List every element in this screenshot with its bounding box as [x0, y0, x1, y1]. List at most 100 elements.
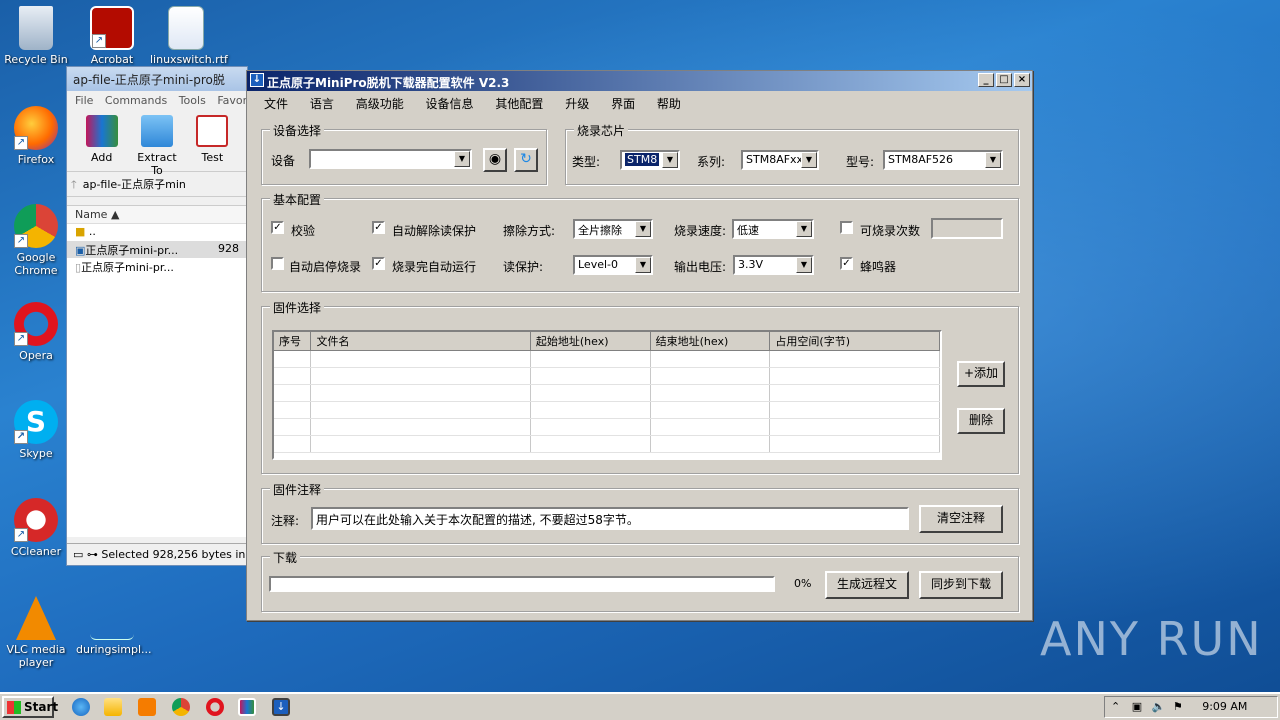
- table-row[interactable]: [274, 435, 940, 453]
- recycle-bin-icon: [19, 6, 53, 50]
- toolbar-label: Add: [91, 151, 113, 164]
- clock[interactable]: 9:09 AM: [1202, 700, 1247, 713]
- menu-device-info[interactable]: 设备信息: [426, 97, 474, 111]
- close-button[interactable]: ×: [1014, 73, 1030, 87]
- column-header-size[interactable]: 占用空间(字节): [769, 332, 940, 351]
- desktop-icon-chrome[interactable]: ↗ Google Chrome: [0, 204, 72, 277]
- refresh-button[interactable]: ↻: [514, 148, 538, 172]
- winrar-taskbar-icon[interactable]: [238, 698, 256, 716]
- chrome-taskbar-icon[interactable]: [172, 698, 190, 716]
- winrar-menu-commands[interactable]: Commands: [105, 94, 167, 107]
- erase-mode-dropdown[interactable]: 全片擦除 ▼: [573, 219, 653, 239]
- desktop-icon-opera[interactable]: ↗ Opera: [0, 302, 72, 362]
- count-limit-input[interactable]: [931, 218, 1003, 239]
- menu-help[interactable]: 帮助: [657, 97, 681, 111]
- winrar-file-list[interactable]: Name ▲ ■ .. ▣正点原子mini-pr... 928 ▯正点原子mini…: [67, 205, 247, 537]
- menu-advanced[interactable]: 高级功能: [356, 97, 404, 111]
- winrar-toolbar: Add Extract To Test: [67, 111, 247, 177]
- verify-checkbox[interactable]: ✓: [271, 221, 284, 234]
- desktop-icon-acrobat[interactable]: ↗ Acrobat: [76, 6, 148, 66]
- connect-device-button[interactable]: ◉: [483, 148, 507, 172]
- download-app-icon: ↓: [250, 73, 264, 87]
- group-title: 固件注释: [270, 481, 325, 498]
- desktop-icon-vlc[interactable]: VLC media player: [0, 596, 72, 669]
- table-row[interactable]: [274, 350, 940, 368]
- desktop-icon-firefox[interactable]: ↗ Firefox: [0, 106, 72, 166]
- table-row[interactable]: [274, 367, 940, 385]
- opera-taskbar-icon[interactable]: [206, 698, 224, 716]
- volume-icon[interactable]: 🔈: [1152, 700, 1166, 713]
- show-hidden-icons-icon[interactable]: ⌃: [1111, 700, 1120, 713]
- minimize-button[interactable]: _: [978, 73, 994, 87]
- action-center-flag-icon[interactable]: ⚑: [1173, 700, 1183, 713]
- generate-remote-file-button[interactable]: 生成远程文: [825, 571, 909, 599]
- chip-series-dropdown[interactable]: STM8AFxx ▼: [741, 150, 819, 170]
- desktop-icon-ccleaner[interactable]: ↗ CCleaner: [0, 498, 72, 558]
- speed-dropdown[interactable]: 低速 ▼: [732, 219, 814, 239]
- explorer-folder-icon[interactable]: [104, 698, 122, 716]
- voltage-dropdown[interactable]: 3.3V ▼: [733, 255, 814, 275]
- table-row[interactable]: [274, 384, 940, 402]
- menu-other-config[interactable]: 其他配置: [495, 97, 543, 111]
- table-row[interactable]: [274, 401, 940, 419]
- erase-mode-label: 擦除方式:: [503, 224, 556, 238]
- column-header-start-address[interactable]: 起始地址(hex): [530, 332, 651, 351]
- winrar-window[interactable]: ap-file-正点原子mini-pro脱 File Commands Tool…: [66, 66, 248, 566]
- count-limit-checkbox[interactable]: [840, 221, 853, 234]
- winrar-test-button[interactable]: Test: [188, 115, 237, 167]
- note-input[interactable]: 用户可以在此处输入关于本次配置的描述, 不要超过58字节。: [311, 507, 909, 530]
- chevron-down-icon: ▼: [662, 152, 678, 168]
- desktop-icon-file[interactable]: duringsimpl...: [76, 616, 152, 656]
- auto-run-checkbox[interactable]: ✓: [372, 257, 385, 270]
- anyrun-watermark: ANY RUN: [1040, 612, 1263, 666]
- winrar-add-button[interactable]: Add: [77, 115, 126, 167]
- menu-upgrade[interactable]: 升级: [565, 97, 589, 111]
- up-arrow-icon[interactable]: 🡑: [71, 176, 77, 192]
- menu-interface[interactable]: 界面: [611, 97, 635, 111]
- list-item[interactable]: ▣正点原子mini-pr... 928: [67, 241, 247, 258]
- column-header-filename[interactable]: 文件名: [310, 332, 531, 351]
- table-row[interactable]: [274, 418, 940, 436]
- list-item[interactable]: ▯正点原子mini-pr...: [67, 258, 247, 275]
- winrar-menu-tools[interactable]: Tools: [179, 94, 206, 107]
- winrar-extract-button[interactable]: Extract To: [132, 115, 181, 177]
- auto-unlock-checkbox[interactable]: ✓: [372, 221, 385, 234]
- minipro-taskbar-icon[interactable]: ↓: [272, 698, 290, 716]
- media-player-icon[interactable]: [138, 698, 156, 716]
- chip-type-dropdown[interactable]: STM8 ▼: [620, 150, 680, 170]
- add-firmware-button[interactable]: +添加: [957, 361, 1005, 387]
- desktop-icon-skype[interactable]: S ↗ Skype: [0, 400, 72, 460]
- delete-firmware-button[interactable]: 删除: [957, 408, 1005, 434]
- list-item[interactable]: ■ ..: [67, 224, 247, 241]
- column-header-end-address[interactable]: 结束地址(hex): [650, 332, 771, 351]
- speed-label: 烧录速度:: [674, 224, 727, 238]
- table-header-row: 序号 文件名 起始地址(hex) 结束地址(hex) 占用空间(字节): [274, 332, 940, 351]
- menu-language[interactable]: 语言: [310, 97, 334, 111]
- maximize-button[interactable]: □: [996, 73, 1012, 87]
- minipro-config-window[interactable]: ↓ 正点原子MiniPro脱机下载器配置软件 V2.3 _ □ × 文件 语言 …: [246, 70, 1033, 621]
- read-protect-dropdown[interactable]: Level-0 ▼: [573, 255, 653, 275]
- sync-to-downloader-button[interactable]: 同步到下载: [919, 571, 1003, 599]
- chip-type-label: 类型:: [572, 155, 601, 169]
- network-icon[interactable]: ▣: [1132, 700, 1142, 713]
- menu-file[interactable]: 文件: [264, 97, 288, 111]
- auto-run-label: 烧录完自动运行: [392, 260, 477, 274]
- auto-start-checkbox[interactable]: [271, 257, 284, 270]
- clear-note-button[interactable]: 清空注释: [919, 505, 1003, 533]
- buzzer-checkbox[interactable]: ✓: [840, 257, 853, 270]
- desktop-icon-recycle-bin[interactable]: Recycle Bin: [0, 6, 72, 66]
- firmware-table[interactable]: 序号 文件名 起始地址(hex) 结束地址(hex) 占用空间(字节): [272, 330, 942, 460]
- app-titlebar[interactable]: ↓ 正点原子MiniPro脱机下载器配置软件 V2.3 _ □ ×: [247, 71, 1032, 91]
- start-button[interactable]: Start: [2, 696, 58, 718]
- chip-model-dropdown[interactable]: STM8AF526 ▼: [883, 150, 1003, 170]
- chip-model-label: 型号:: [846, 155, 875, 169]
- winrar-menu-favorites[interactable]: Favorite: [217, 94, 247, 107]
- ie-icon[interactable]: [72, 698, 90, 716]
- basic-config-group: 基本配置: [261, 191, 1019, 292]
- winrar-menu-file[interactable]: File: [75, 94, 93, 107]
- column-header-name[interactable]: Name ▲: [67, 206, 247, 224]
- column-header-index[interactable]: 序号: [274, 332, 312, 351]
- group-title: 基本配置: [270, 191, 325, 208]
- device-dropdown[interactable]: ▼: [309, 149, 472, 169]
- desktop-icon-rtf-file[interactable]: linuxswitch.rtf: [150, 6, 228, 66]
